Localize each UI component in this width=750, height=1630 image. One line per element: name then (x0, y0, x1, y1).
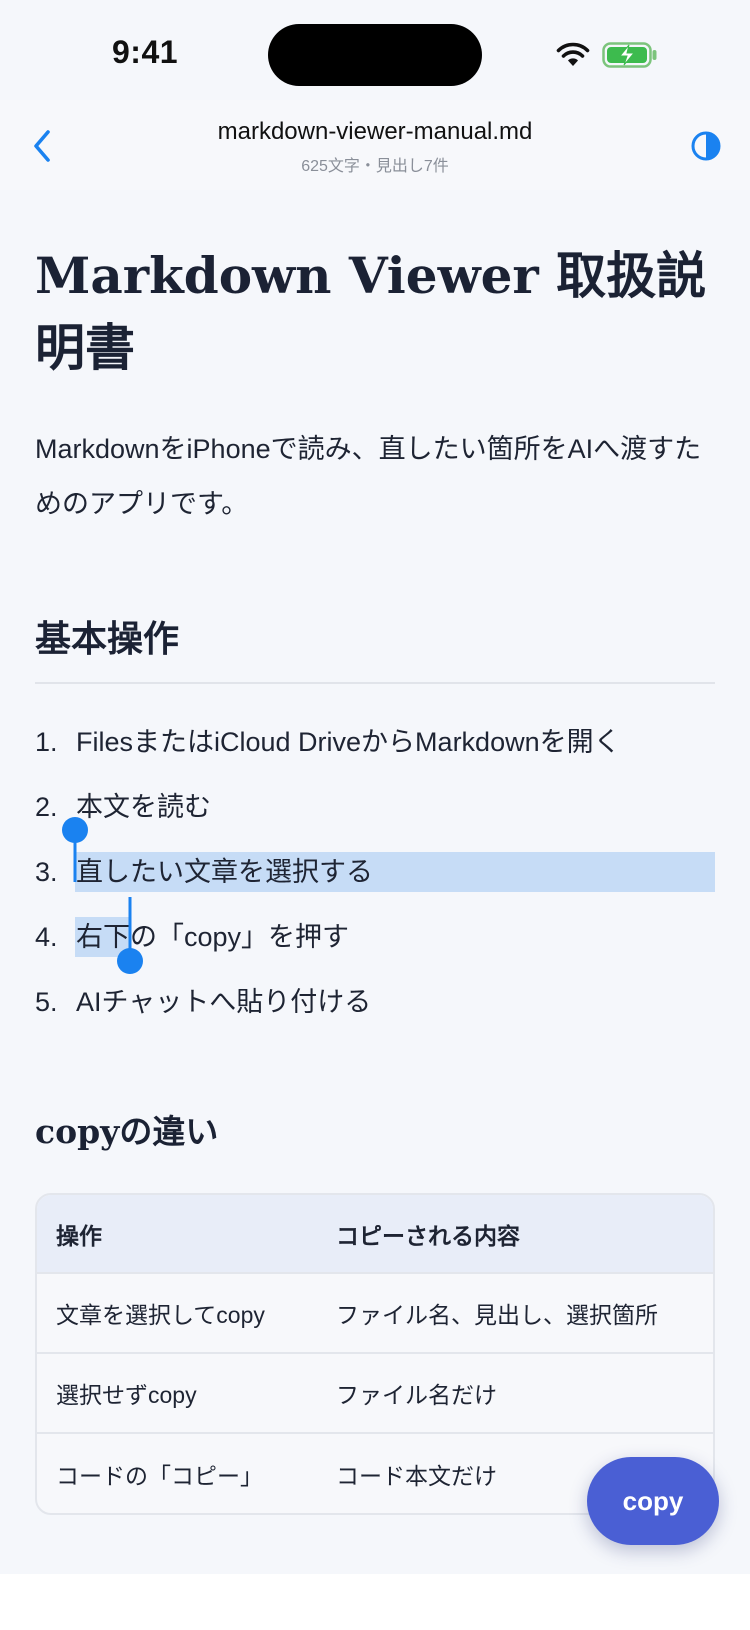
list-item-text: 本文を読む (76, 792, 211, 822)
table-header-cell: 操作 (56, 1222, 102, 1249)
copy-button[interactable]: copy (587, 1457, 719, 1545)
wifi-icon (556, 42, 590, 73)
document-stats: 625文字・見出し7件 (301, 158, 449, 175)
steps-list: 1. FilesまたはiCloud DriveからMarkdownを開く 2. … (35, 710, 715, 1035)
table-header-row: 操作 コピーされる内容 (37, 1195, 713, 1273)
table-cell: コードの「コピー」 (37, 1432, 317, 1513)
list-item-number: 4. (35, 922, 58, 952)
status-bar: 9:41 (0, 0, 750, 100)
list-item-text: AIチャットへ貼り付ける (76, 987, 372, 1017)
table-cell: ファイル名、見出し、選択箇所 (317, 1272, 713, 1353)
intro-paragraph: MarkdownをiPhoneで読み、直したい箇所をAIへ渡すためのアプリです。 (35, 434, 702, 519)
list-item-text: FilesまたはiCloud DriveからMarkdownを開く (76, 727, 621, 757)
document-filename: markdown-viewer-manual.md (217, 118, 533, 145)
half-circle-contrast-icon (691, 131, 721, 161)
section-heading-basic: 基本操作 (35, 610, 715, 684)
list-item: 5. AIチャットへ貼り付ける (35, 970, 715, 1035)
list-item-number: 5. (35, 987, 58, 1017)
table-cell: ファイル名だけ (317, 1352, 713, 1433)
markdown-content[interactable]: Markdown Viewer 取扱説明書 MarkdownをiPhoneで読み… (35, 190, 715, 1515)
table-header-cell: コピーされる内容 (336, 1222, 520, 1249)
table-row: 文章を選択してcopy ファイル名、見出し、選択箇所 (37, 1272, 713, 1353)
list-item: 2. 本文を読む (35, 775, 715, 840)
table-cell: 選択せずcopy (37, 1352, 317, 1433)
list-item: 4. 右下の「copy」を押す (35, 897, 715, 974)
table-row: 選択せずcopy ファイル名だけ (37, 1352, 713, 1433)
theme-toggle-button[interactable] (688, 128, 724, 164)
bottom-safe-area (0, 1574, 750, 1630)
list-item: 1. FilesまたはiCloud DriveからMarkdownを開く (35, 710, 715, 775)
status-time: 9:41 (112, 34, 179, 70)
battery-charging-icon (602, 42, 658, 73)
nav-header: markdown-viewer-manual.md 625文字・見出し7件 (0, 100, 750, 190)
list-item-number: 1. (35, 727, 58, 757)
app-screen: 9:41 markdown-viewer-manual.md 625文字・見出し… (0, 0, 750, 1630)
section-heading-copy: copyの違い (35, 1112, 219, 1151)
dynamic-island (268, 24, 482, 86)
document-title: Markdown Viewer 取扱説明書 (35, 246, 707, 377)
table-cell: 文章を選択してcopy (37, 1272, 317, 1353)
selection-start-handle[interactable] (60, 816, 90, 918)
